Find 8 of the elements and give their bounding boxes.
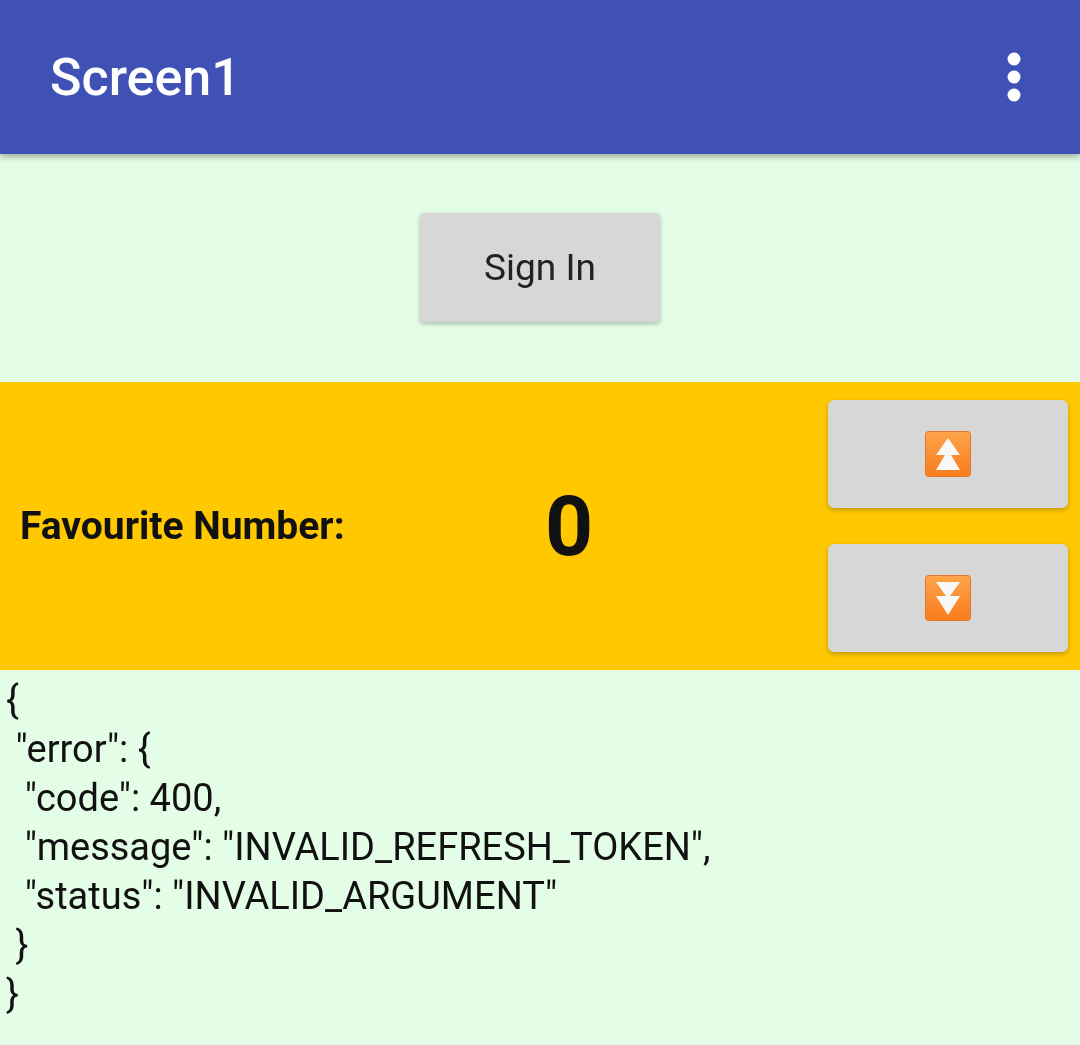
favourite-number-label: Favourite Number: xyxy=(20,503,346,549)
more-options-icon[interactable] xyxy=(1006,52,1022,102)
decrease-button[interactable] xyxy=(828,544,1068,652)
sign-in-button[interactable]: Sign In xyxy=(420,213,660,322)
increase-button[interactable] xyxy=(828,400,1068,508)
favourite-number-value: 0 xyxy=(545,476,595,576)
screen-title: Screen1 xyxy=(50,46,241,108)
response-text: { "error": { "code": 400, "message": "INVALID_REFRESH_TOKEN", "status": "INVALID_ARGUMENT" } } xyxy=(5,677,712,1018)
